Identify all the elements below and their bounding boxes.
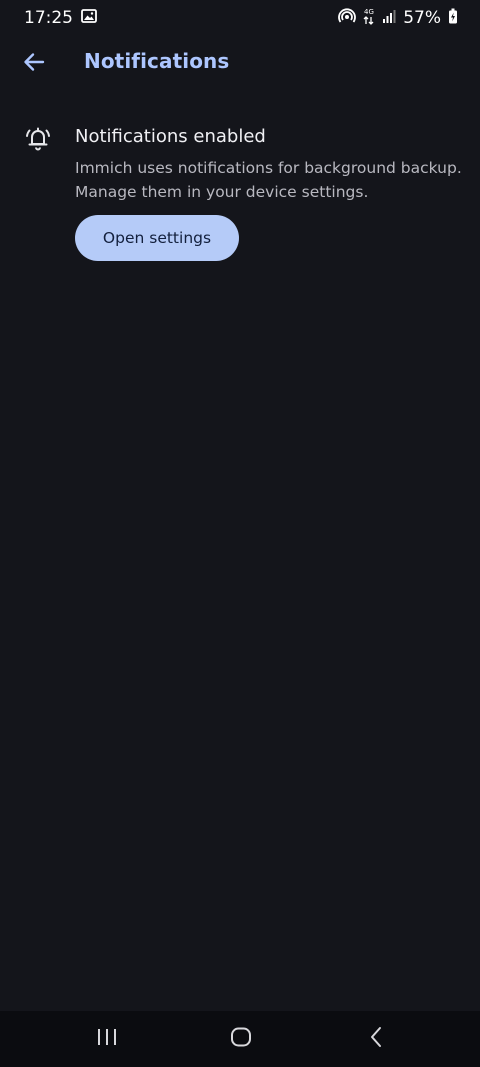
status-time: 17:25 [24,8,73,28]
bell-ringing-icon [24,124,52,152]
page-title: Notifications [84,49,230,73]
battery-charging-icon [448,8,458,29]
system-navigation-bar [0,1011,480,1067]
notifications-description: Immich uses notifications for background… [75,159,462,201]
home-icon [230,1026,252,1052]
battery-percent: 57% [403,8,441,28]
recent-apps-button[interactable] [90,1025,124,1053]
nav-back-button[interactable] [359,1025,393,1053]
nav-back-icon [369,1026,383,1052]
svg-text:4G: 4G [364,8,374,16]
hotspot-icon [338,8,357,29]
signal-icon [382,8,396,28]
back-button[interactable] [18,48,50,80]
notifications-enabled-title: Notifications enabled [75,126,266,147]
4g-data-icon: 4G [363,7,375,30]
home-button[interactable] [224,1025,258,1053]
status-bar: 17:25 4G 57% [0,0,480,36]
arrow-left-icon [23,52,45,76]
image-icon [81,8,97,28]
recent-apps-icon [96,1027,118,1051]
app-bar: Notifications [0,36,480,92]
open-settings-button[interactable]: Open settings [75,215,239,261]
